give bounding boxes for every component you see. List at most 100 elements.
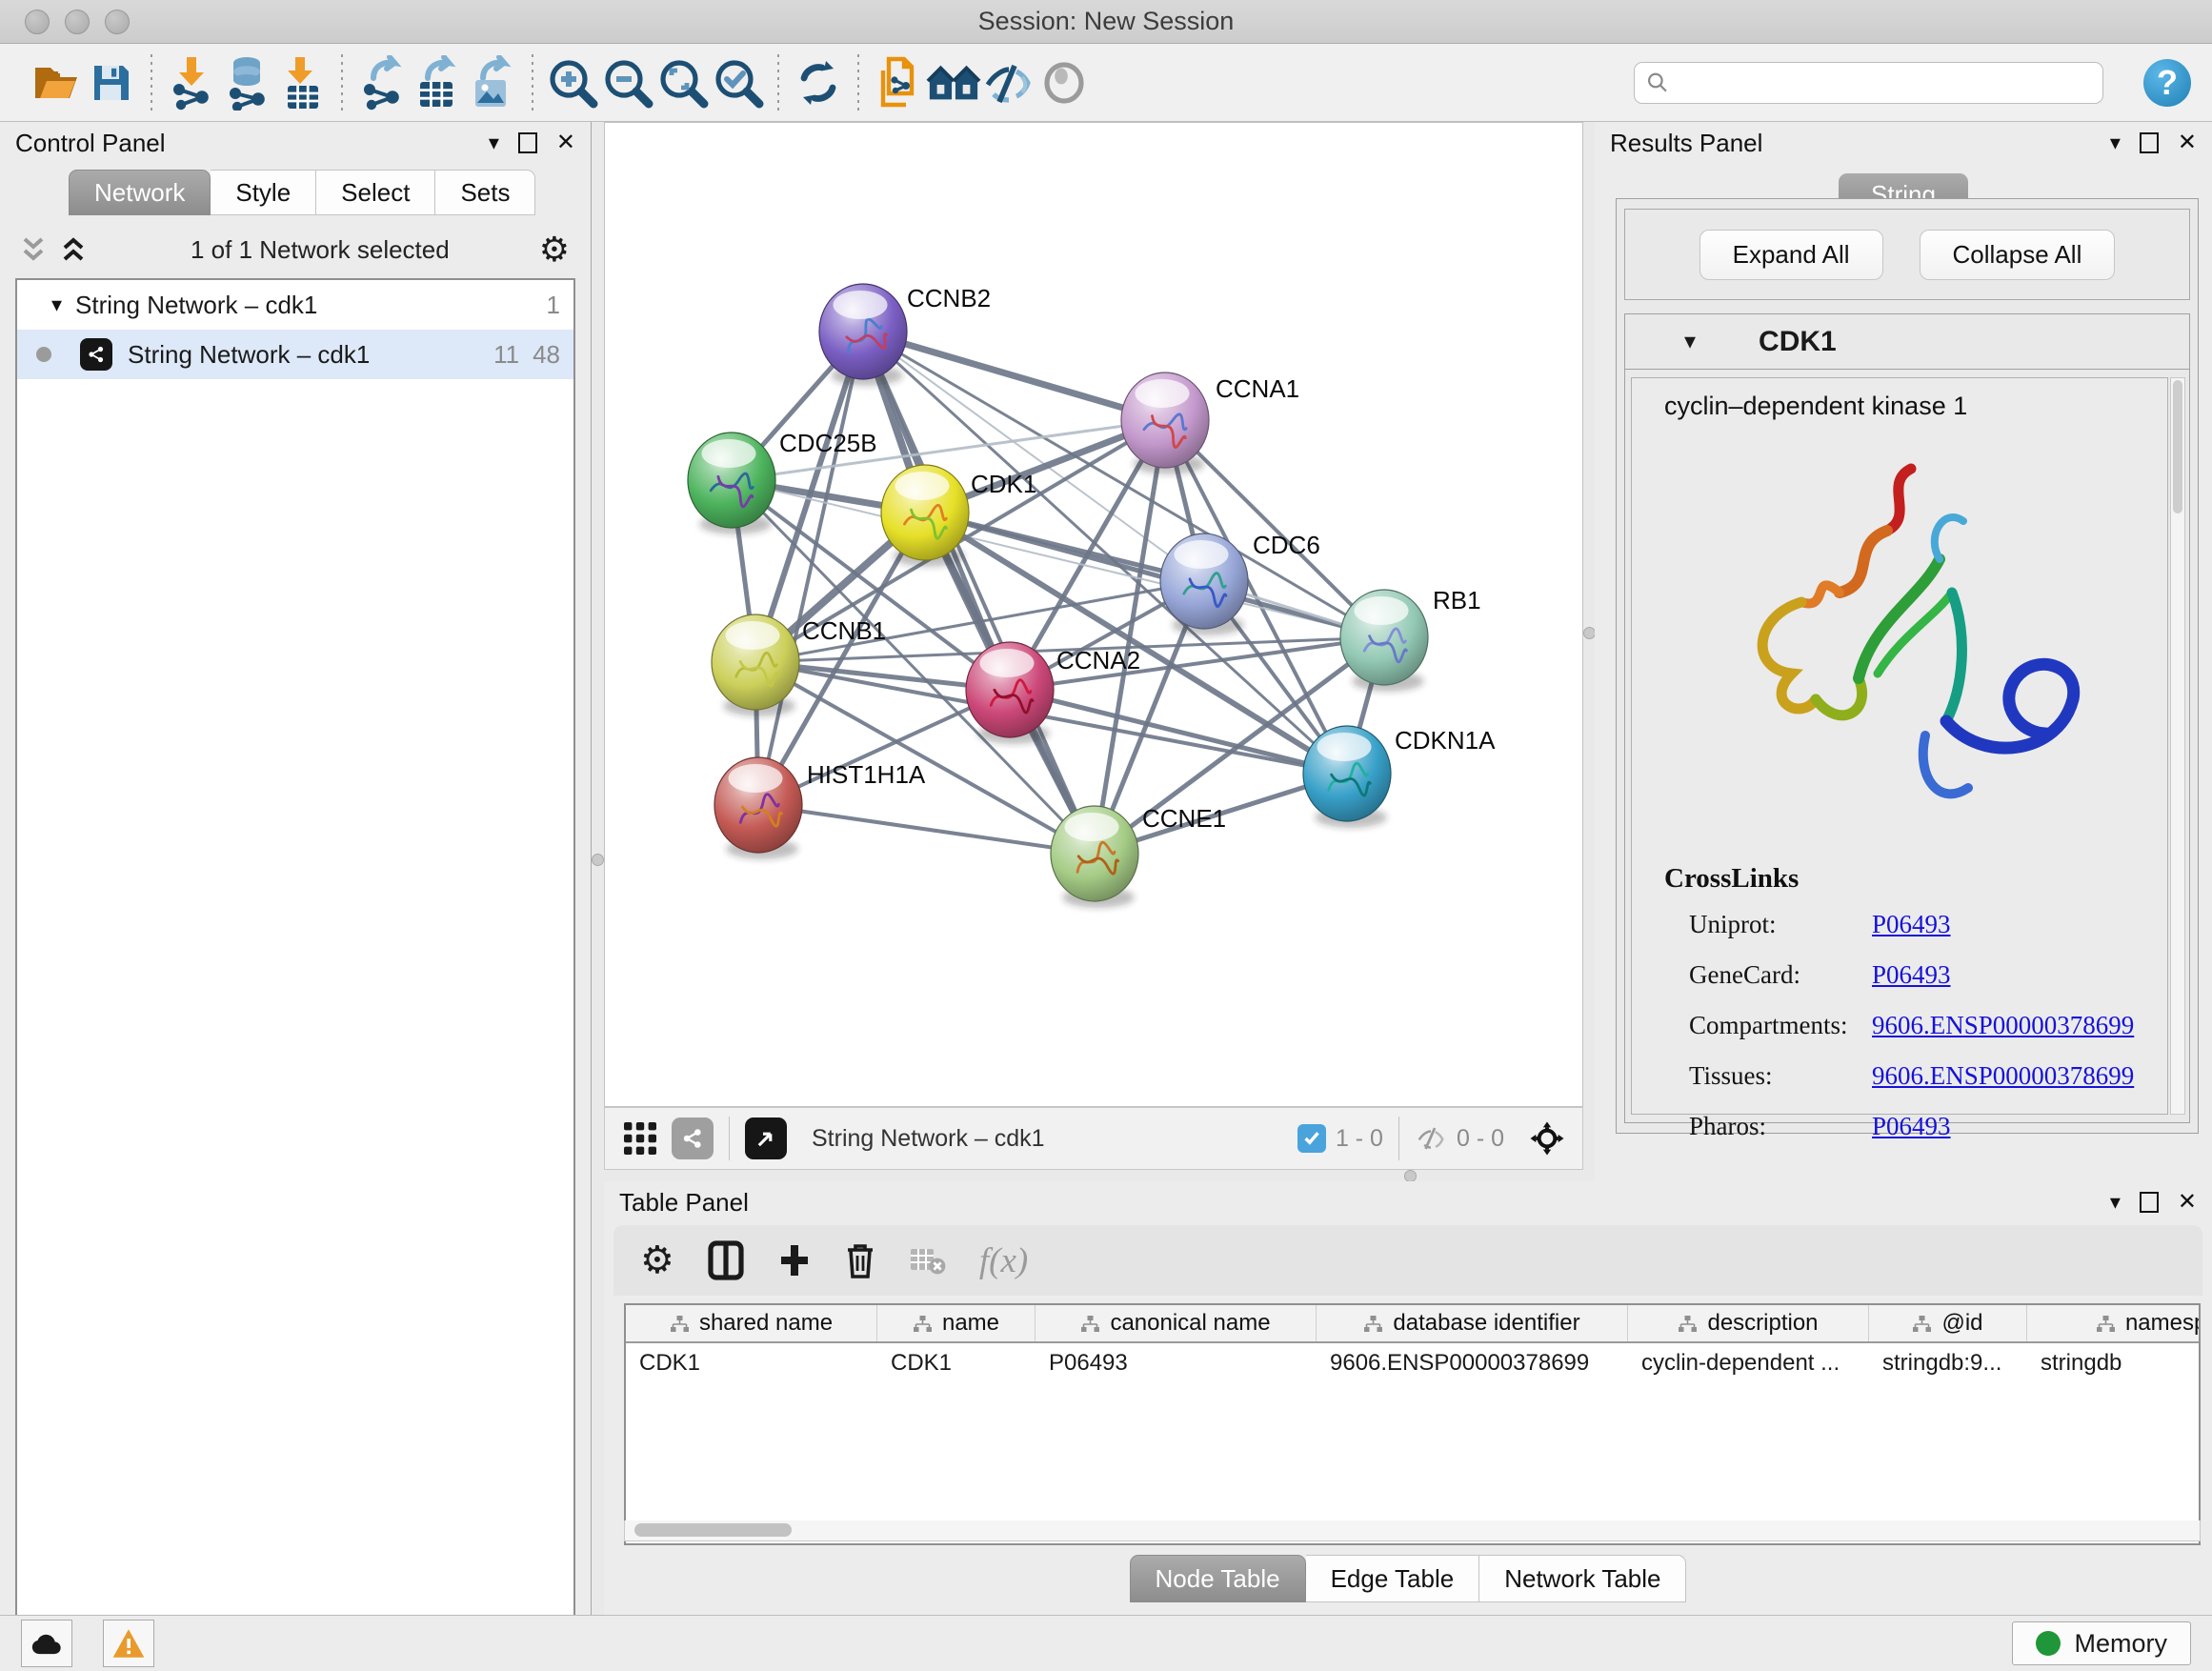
detach-view-icon[interactable]: [745, 1117, 787, 1159]
panel-close-icon[interactable]: ✕: [2178, 1191, 2197, 1214]
tab-edge-table[interactable]: Edge Table: [1306, 1555, 1480, 1602]
network-node-RB1[interactable]: [1340, 590, 1428, 692]
tab-sets[interactable]: Sets: [435, 170, 535, 215]
expand-all-button[interactable]: Expand All: [1699, 230, 1883, 280]
zoom-out-icon[interactable]: [600, 52, 655, 113]
maximize-window-icon[interactable]: [105, 10, 130, 34]
node-section-header[interactable]: ▾ CDK1: [1625, 314, 2189, 370]
panel-close-icon[interactable]: ✕: [2178, 131, 2197, 154]
table-horizontal-scrollbar[interactable]: [624, 1520, 2201, 1541]
show-all-icon[interactable]: [1036, 52, 1092, 113]
crosslink-link[interactable]: P06493: [1872, 1112, 1951, 1141]
column-header-id[interactable]: @id: [1869, 1305, 2027, 1341]
save-session-icon[interactable]: [84, 52, 139, 113]
network-options-gear-icon[interactable]: ⚙: [539, 230, 570, 270]
crosslink-link[interactable]: 9606.ENSP00000378699: [1872, 1061, 2134, 1091]
memory-button[interactable]: Memory: [2012, 1621, 2191, 1665]
warnings-icon[interactable]: [103, 1620, 154, 1667]
table-cell[interactable]: cyclin-dependent ...: [1628, 1350, 1869, 1377]
selected-checkbox-icon[interactable]: [1297, 1124, 1326, 1153]
tab-network[interactable]: Network: [69, 170, 211, 215]
panel-collapse-icon[interactable]: ▾: [489, 132, 499, 153]
column-header-shared-name[interactable]: shared name: [626, 1305, 877, 1341]
import-network-from-database-icon[interactable]: [219, 52, 274, 113]
network-node-CCNB2[interactable]: [819, 284, 907, 386]
cloud-status-icon[interactable]: [21, 1620, 72, 1667]
grid-view-icon[interactable]: [618, 1117, 662, 1160]
collapse-all-icon[interactable]: [21, 235, 46, 264]
table-cell[interactable]: CDK1: [626, 1350, 877, 1377]
zoom-selected-icon[interactable]: [711, 52, 766, 113]
crosslink-link[interactable]: 9606.ENSP00000378699: [1872, 1011, 2134, 1040]
string-network-graph[interactable]: CCNB2CCNA1CDC25BCDK1CDC6RB1CCNB1CCNA2CDK…: [605, 123, 1582, 1106]
first-neighbors-icon[interactable]: [926, 52, 981, 113]
network-node-CDC25B[interactable]: [688, 433, 775, 534]
fit-content-icon[interactable]: [655, 52, 711, 113]
network-node-CCNA2[interactable]: [966, 642, 1054, 744]
network-canvas[interactable]: CCNB2CCNA1CDC25BCDK1CDC6RB1CCNB1CCNA2CDK…: [604, 122, 1583, 1107]
refresh-icon[interactable]: [791, 52, 846, 113]
network-node-CCNB1[interactable]: [712, 614, 799, 716]
network-collection-row[interactable]: ▾ String Network – cdk1 1: [17, 280, 573, 330]
help-icon[interactable]: ?: [2143, 59, 2191, 107]
section-expander-icon[interactable]: ▾: [1684, 328, 1696, 355]
column-header-canonical-name[interactable]: canonical name: [1036, 1305, 1317, 1341]
panel-float-icon[interactable]: [2140, 1192, 2159, 1213]
expand-all-icon[interactable]: [61, 235, 86, 264]
import-table-from-file-icon[interactable]: [274, 52, 330, 113]
delete-column-icon[interactable]: [844, 1240, 876, 1280]
search-field[interactable]: [1634, 62, 2103, 104]
table-cell[interactable]: 9606.ENSP00000378699: [1317, 1350, 1628, 1377]
birds-eye-view-icon[interactable]: [1525, 1117, 1569, 1160]
zoom-in-icon[interactable]: [545, 52, 600, 113]
table-cell[interactable]: stringdb:9...: [1869, 1350, 2027, 1377]
table-cell[interactable]: stringdb: [2027, 1350, 2201, 1377]
import-network-from-file-icon[interactable]: [164, 52, 219, 113]
panel-collapse-icon[interactable]: ▾: [2110, 132, 2121, 153]
hide-selected-icon[interactable]: [981, 52, 1036, 113]
table-row[interactable]: CDK1CDK1P064939606.ENSP00000378699cyclin…: [626, 1343, 2199, 1383]
crosslink-link[interactable]: P06493: [1872, 960, 1951, 990]
network-share-view-icon[interactable]: [672, 1117, 714, 1159]
crosslink-link[interactable]: P06493: [1872, 910, 1951, 939]
search-input[interactable]: [1670, 70, 2091, 96]
panel-float-icon[interactable]: [518, 132, 537, 153]
network-node-HIST1H1A[interactable]: [714, 757, 802, 859]
tab-select[interactable]: Select: [316, 170, 435, 215]
minimize-window-icon[interactable]: [65, 10, 90, 34]
collapse-all-button[interactable]: Collapse All: [1920, 230, 2116, 280]
column-header-name[interactable]: name: [877, 1305, 1036, 1341]
column-header-description[interactable]: description: [1628, 1305, 1869, 1341]
network-node-CCNA1[interactable]: [1121, 372, 1209, 474]
tab-network-table[interactable]: Network Table: [1479, 1555, 1686, 1602]
network-row[interactable]: String Network – cdk1 11 48: [17, 330, 573, 379]
tree-expander-icon[interactable]: ▾: [51, 292, 62, 317]
export-table-icon[interactable]: [410, 52, 465, 113]
panel-collapse-icon[interactable]: ▾: [2110, 1192, 2121, 1213]
column-header-database-identifier[interactable]: database identifier: [1317, 1305, 1628, 1341]
open-session-icon[interactable]: [29, 52, 84, 113]
show-columns-icon[interactable]: [707, 1239, 745, 1281]
tab-style[interactable]: Style: [211, 170, 316, 215]
left-splitter[interactable]: [592, 122, 604, 1615]
table-cell[interactable]: P06493: [1036, 1350, 1317, 1377]
network-edge-CCNB2-CCNA1[interactable]: [863, 332, 1165, 420]
clone-network-icon[interactable]: [871, 52, 926, 113]
tab-node-table[interactable]: Node Table: [1130, 1555, 1306, 1602]
add-column-icon[interactable]: [777, 1241, 812, 1279]
export-network-icon[interactable]: [354, 52, 410, 113]
network-node-CDC6[interactable]: [1160, 534, 1248, 635]
column-header-namespace[interactable]: namespace: [2027, 1305, 2201, 1341]
close-window-icon[interactable]: [25, 10, 50, 34]
network-node-CDKN1A[interactable]: [1303, 726, 1391, 828]
network-node-CCNE1[interactable]: [1051, 806, 1138, 908]
panel-float-icon[interactable]: [2140, 132, 2159, 153]
table-cell[interactable]: CDK1: [877, 1350, 1036, 1377]
node-table[interactable]: shared namenamecanonical namedatabase id…: [624, 1303, 2201, 1545]
export-image-icon[interactable]: [465, 52, 520, 113]
panel-close-icon[interactable]: ✕: [556, 131, 575, 154]
network-edge-HIST1H1A-CCNE1[interactable]: [758, 805, 1095, 854]
network-node-CDK1[interactable]: [881, 465, 969, 567]
table-options-gear-icon[interactable]: ⚙: [640, 1238, 674, 1282]
results-scrollbar[interactable]: [2170, 377, 2185, 1115]
